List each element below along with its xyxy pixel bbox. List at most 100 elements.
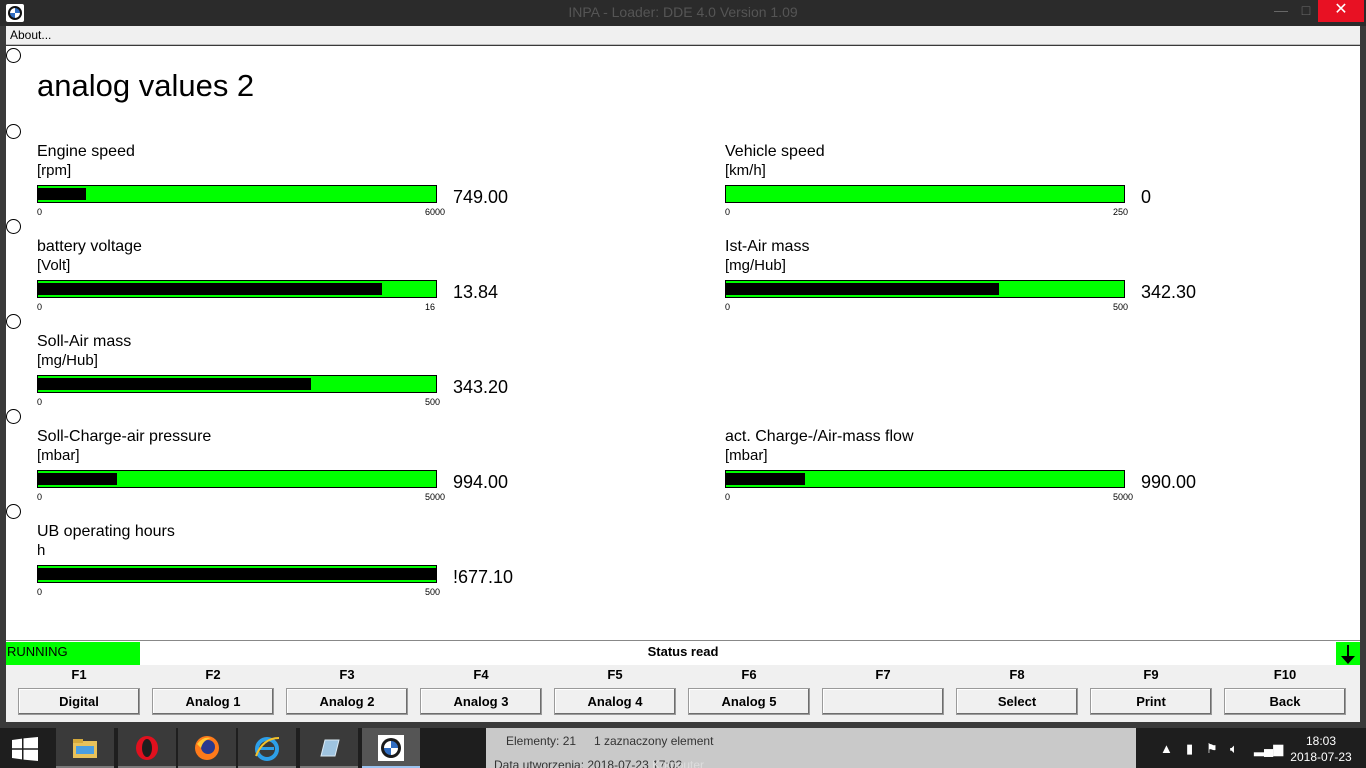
gauge-unit: [mbar] [725, 447, 768, 464]
internet-explorer-taskbar-icon[interactable] [238, 728, 296, 768]
gauge-name: Soll-Charge-air pressure [37, 428, 212, 445]
row-select-circle-0[interactable] [6, 48, 21, 63]
gauge-unit: [km/h] [725, 162, 766, 179]
gauge-max: 500 [425, 397, 441, 407]
gauge-min: 0 [725, 302, 731, 312]
gauge-name: Soll-Air mass [37, 333, 132, 350]
title-bar: INPA - Loader: DDE 4.0 Version 1.09 — □ … [0, 0, 1366, 26]
gauge-bar [725, 470, 1125, 488]
analog-5-button[interactable]: Analog 5 [688, 688, 810, 715]
gauge-max: 6000 [425, 207, 446, 217]
menu-bar: About... [6, 26, 1360, 45]
gauge-soll-air-mass: Soll-Air mass [mg/Hub] 0 500 343.20 [37, 333, 557, 413]
analog-1-button[interactable]: Analog 1 [152, 688, 274, 715]
fkey-f7: F7 [822, 665, 944, 722]
f7-button[interactable] [822, 688, 944, 715]
network-icon[interactable]: ▂▄▆ [1254, 741, 1283, 757]
gauge-value: 749.00 [453, 187, 509, 207]
minimize-button[interactable]: — [1266, 0, 1296, 22]
gauge-max: 5000 [1113, 492, 1134, 502]
fkey-f6: F6 Analog 5 [688, 665, 810, 722]
gauge-name: battery voltage [37, 238, 142, 255]
gauge-value: 0 [1141, 187, 1152, 207]
gauge-bar [725, 185, 1125, 203]
analog-4-button[interactable]: Analog 4 [554, 688, 676, 715]
fkey-f4: F4 Analog 3 [420, 665, 542, 722]
gauge-fill [726, 473, 805, 485]
menu-about[interactable]: About... [10, 28, 51, 42]
gauge-name: Vehicle speed [725, 143, 825, 160]
gauge-max: 500 [1113, 302, 1129, 312]
row-select-circle-2[interactable] [6, 219, 21, 234]
clock-date: 2018-07-23 [1290, 750, 1352, 764]
fkey-label: F2 [205, 667, 221, 682]
function-key-bar: F1 Digital F2 Analog 1 F3 Analog 2 F4 An… [6, 665, 1360, 722]
gauge-name: Engine speed [37, 143, 135, 160]
row-select-circle-1[interactable] [6, 124, 21, 139]
fkey-label: F1 [71, 667, 87, 682]
gauge-bar [725, 280, 1125, 298]
notes-app-taskbar-icon[interactable] [300, 728, 358, 768]
gauge-unit: [mbar] [37, 447, 80, 464]
gauge-unit: [mg/Hub] [725, 257, 786, 274]
explorer-status-strip: Elementy: 21 1 zaznaczony element Data u… [486, 728, 1136, 768]
digital-button[interactable]: Digital [18, 688, 140, 715]
fkey-label: F5 [607, 667, 623, 682]
gauge-unit: h [37, 542, 46, 559]
print-button[interactable]: Print [1090, 688, 1212, 715]
chevron-up-icon[interactable]: ▲ [1160, 741, 1173, 756]
back-button[interactable]: Back [1224, 688, 1346, 715]
analog-2-button[interactable]: Analog 2 [286, 688, 408, 715]
window-title: INPA - Loader: DDE 4.0 Version 1.09 [568, 4, 798, 20]
fkey-label: F3 [339, 667, 355, 682]
gauge-fill [38, 378, 312, 390]
gauge-ist-air-mass: Ist-Air mass [mg/Hub] 0 500 342.30 [725, 238, 1245, 318]
gauge-bar [37, 375, 437, 393]
gauge-fill [726, 283, 999, 295]
close-button[interactable]: ✕ [1318, 0, 1364, 22]
fkey-label: F9 [1143, 667, 1159, 682]
select-button[interactable]: Select [956, 688, 1078, 715]
explorer-location: Komputer [652, 758, 705, 768]
file-explorer-taskbar-icon[interactable] [56, 728, 114, 768]
gauge-value: 343.20 [453, 377, 509, 397]
gauge-value: 990.00 [1141, 472, 1197, 492]
gauge-unit: [rpm] [37, 162, 72, 179]
gauge-soll-charge-air-pressure: Soll-Charge-air pressure [mbar] 0 5000 9… [37, 428, 557, 508]
analog-3-button[interactable]: Analog 3 [420, 688, 542, 715]
opera-taskbar-icon[interactable] [118, 728, 176, 768]
gauge-bar [37, 565, 437, 583]
volume-icon[interactable]: 🔈︎ [1230, 741, 1238, 757]
gauge-unit: [mg/Hub] [37, 352, 98, 369]
fkey-f8: F8 Select [956, 665, 1078, 722]
fkey-f9: F9 Print [1090, 665, 1212, 722]
gauge-max: 16 [425, 302, 436, 312]
row-select-circle-4[interactable] [6, 409, 21, 424]
fkey-label: F7 [875, 667, 891, 682]
gauge-fill [38, 188, 86, 200]
fkey-f10: F10 Back [1224, 665, 1346, 722]
gauge-bar [37, 185, 437, 203]
status-bar: RUNNING Status read [6, 640, 1360, 667]
flag-icon[interactable]: ⚑ [1206, 741, 1218, 757]
gauge-fill [38, 473, 118, 485]
gauge-ub-operating-hours: UB operating hours h 0 500 !677.10 [37, 523, 557, 603]
windows-start-icon[interactable] [0, 728, 48, 768]
gauge-fill [38, 283, 383, 295]
page-heading: analog values 2 [37, 68, 255, 103]
usb-device-icon[interactable]: ▮ [1186, 741, 1193, 757]
gauge-max: 500 [425, 587, 441, 597]
gauge-min: 0 [37, 587, 43, 597]
row-select-circle-5[interactable] [6, 504, 21, 519]
maximize-button[interactable]: □ [1294, 0, 1318, 22]
gauge-value: 13.84 [453, 282, 499, 302]
row-select-circle-3[interactable] [6, 314, 21, 329]
explorer-element-count: Elementy: 21 [506, 734, 577, 748]
taskbar-clock[interactable]: 18:03 2018-07-23 [1286, 733, 1356, 765]
down-arrow-icon[interactable] [1336, 642, 1360, 667]
explorer-selected-count: 1 zaznaczony element [594, 734, 714, 748]
gauge-battery-voltage: battery voltage [Volt] 0 16 13.84 [37, 238, 557, 318]
firefox-taskbar-icon[interactable] [178, 728, 236, 768]
fkey-f1: F1 Digital [18, 665, 140, 722]
inpa-bmw-taskbar-icon[interactable] [362, 728, 420, 768]
